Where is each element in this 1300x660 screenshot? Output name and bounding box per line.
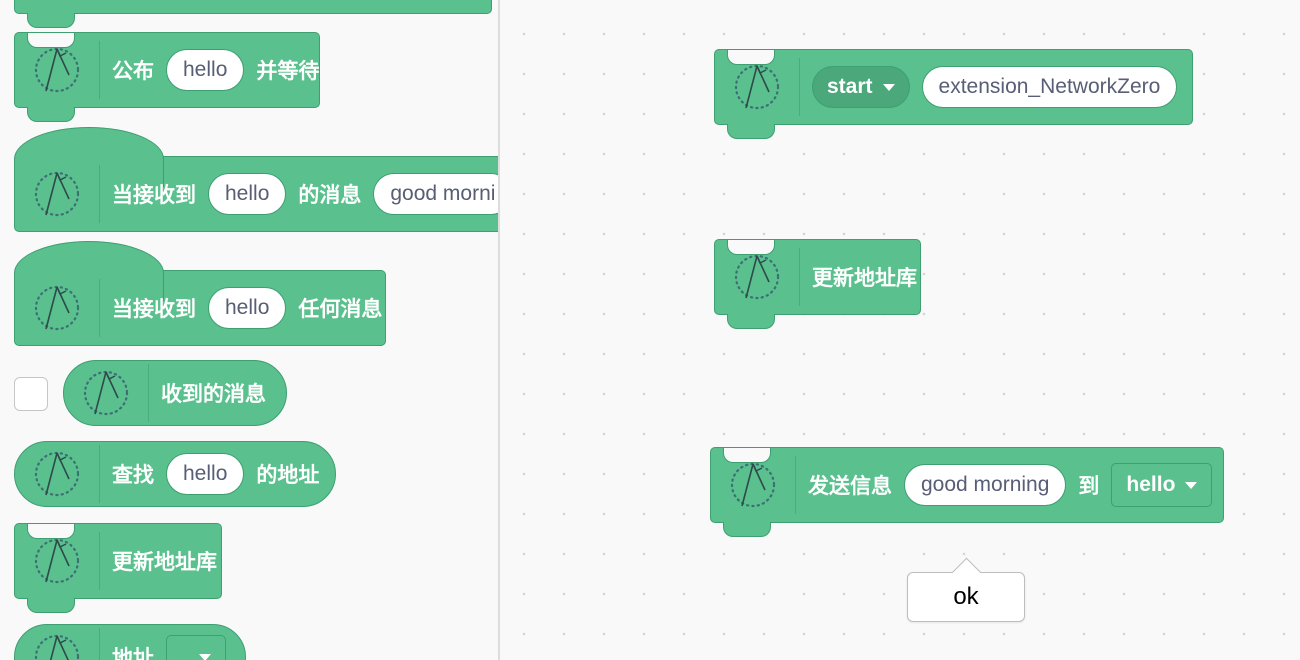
start-dropdown[interactable]: start [812,66,910,108]
send-message-block[interactable]: 发送信息 good morning 到 hello [710,447,1224,537]
update-db-label: 更新地址库 [812,267,917,290]
palette-block-partial[interactable] [14,0,492,28]
publish-and-wait-block[interactable]: 公布 hello 并等待 [14,32,320,122]
when-receive-label: 当接收到 [112,184,196,207]
network-zero-icon [729,59,785,115]
received-message-reporter[interactable]: 收到的消息 [63,360,287,426]
send-target-dropdown[interactable]: hello [1111,463,1213,507]
block-palette: 公布 hello 并等待 当接收到 hello 的消息 good morni 当… [0,0,498,660]
when-receive-message-hat-block[interactable]: 当接收到 hello 的消息 good morni [14,127,498,232]
address-label: 地址 [112,647,154,660]
when-receive-any-hat-block[interactable]: 当接收到 hello 任何消息 [14,241,386,346]
extension-name-input[interactable]: extension_NetworkZero [921,66,1178,108]
block-separator [148,364,149,422]
block-separator [99,279,100,337]
message-input[interactable]: good morni [373,173,498,215]
to-label: 到 [1078,475,1100,498]
topic-input[interactable]: hello [208,173,287,215]
chevron-down-icon [1185,481,1198,489]
block-separator [99,41,100,99]
block-separator [99,628,100,660]
message-of-label: 的消息 [298,184,362,207]
monitor-checkbox[interactable] [14,377,48,411]
topic-input[interactable]: hello [208,287,287,329]
block-separator [99,445,100,503]
result-tooltip: ok [907,557,1025,622]
tooltip-text: ok [953,583,979,610]
any-message-label: 任何消息 [298,298,383,321]
address-of-label: 的地址 [256,464,320,487]
address-reporter[interactable]: 地址 [14,624,246,660]
send-message-label: 发送信息 [808,475,892,498]
network-zero-icon [29,166,85,222]
block-separator [99,165,100,223]
and-wait-label: 并等待 [256,60,320,83]
network-zero-icon [29,42,85,98]
find-label: 查找 [112,464,154,487]
received-message-label: 收到的消息 [161,383,266,406]
start-extension-block[interactable]: start extension_NetworkZero [714,49,1193,139]
address-dropdown[interactable] [166,635,226,660]
start-dropdown-label: start [827,75,873,98]
find-address-reporter[interactable]: 查找 hello 的地址 [14,441,336,507]
workspace-update-address-db-block[interactable]: 更新地址库 [714,239,921,329]
network-zero-icon [78,365,134,421]
block-separator [99,532,100,590]
block-separator [799,58,800,116]
update-address-db-block[interactable]: 更新地址库 [14,523,222,613]
find-topic-input[interactable]: hello [166,453,245,495]
network-zero-icon [725,457,781,513]
block-separator [799,248,800,306]
block-separator [795,456,796,514]
publish-message-input[interactable]: hello [166,49,245,91]
network-zero-icon [729,249,785,305]
chevron-down-icon [882,83,895,91]
send-target-label: hello [1126,473,1176,496]
network-zero-icon [29,446,85,502]
publish-label: 公布 [112,60,154,83]
network-zero-icon [29,280,85,336]
chevron-down-icon [199,653,211,660]
network-zero-icon [29,533,85,589]
when-receive-label: 当接收到 [112,298,196,321]
network-zero-icon [29,629,85,660]
update-db-label: 更新地址库 [112,551,217,574]
send-message-input[interactable]: good morning [904,464,1067,506]
